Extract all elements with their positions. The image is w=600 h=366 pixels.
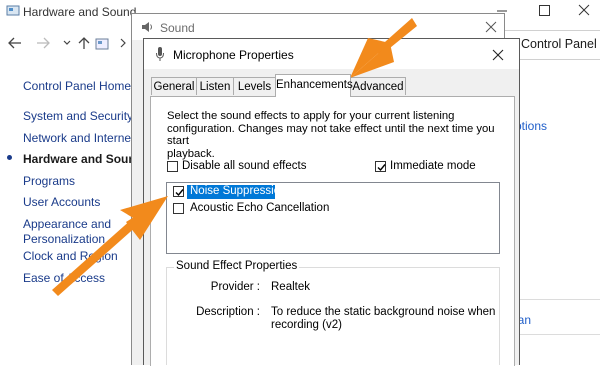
annotation-arrows <box>52 18 417 296</box>
tab-enhancements[interactable]: Enhancements <box>275 74 353 97</box>
annotation-arrow-noise-suppression <box>52 196 168 296</box>
annotation-arrow-enhancements <box>350 18 417 78</box>
